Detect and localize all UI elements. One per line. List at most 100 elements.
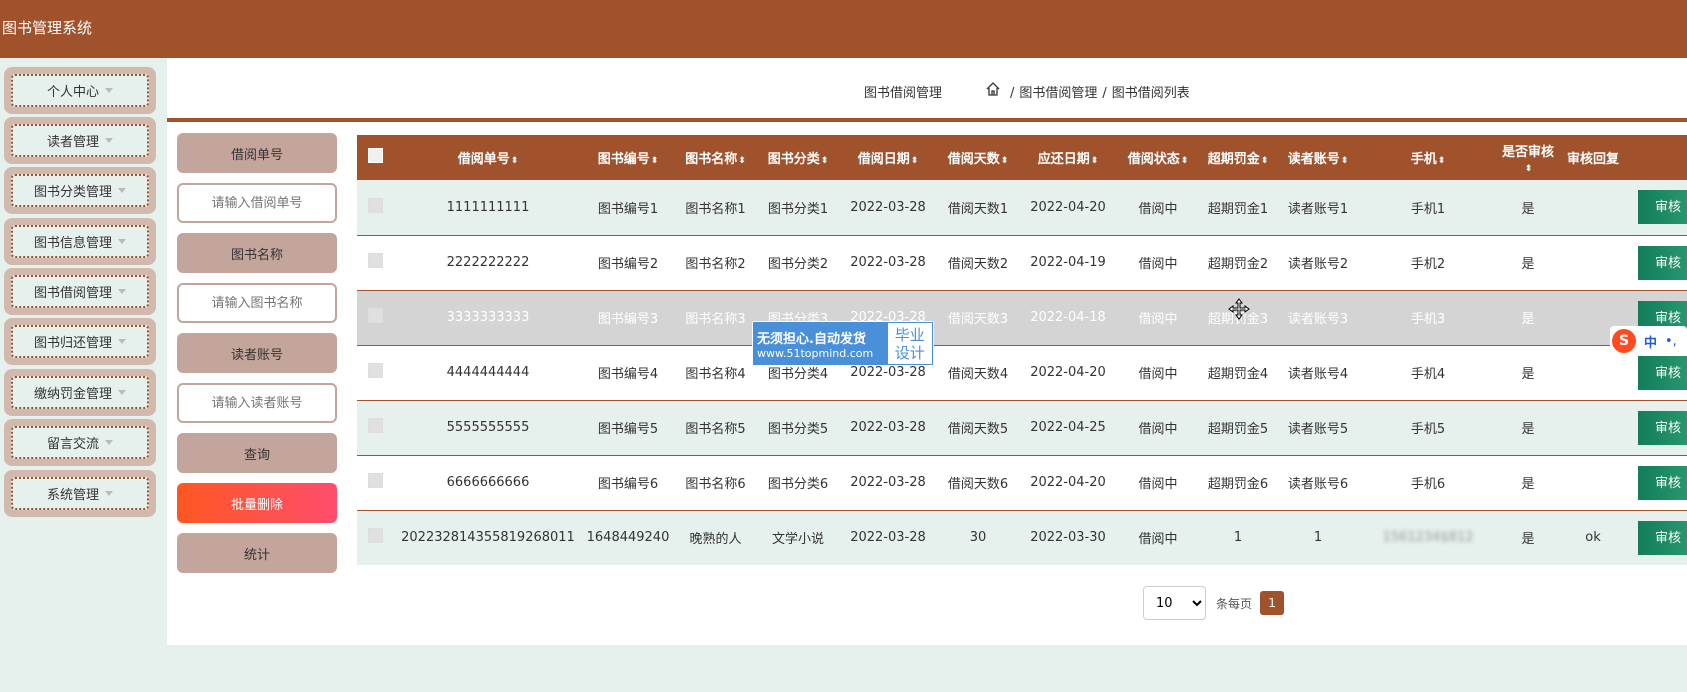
audit-button[interactable]: 审核 (1638, 245, 1687, 280)
sort-icon[interactable]: ⬍ (821, 156, 829, 166)
column-header[interactable]: 读者账号⬍ (1278, 135, 1358, 180)
column-header[interactable]: 手机⬍ (1358, 135, 1498, 180)
sidebar-item-return-management[interactable]: 图书归还管理 (4, 318, 156, 365)
table-cell: 图书分类6 (767, 477, 829, 492)
sort-icon[interactable]: ⬍ (911, 156, 919, 166)
table-cell: 2022-04-20 (1030, 365, 1106, 380)
ime-toolbar[interactable]: S 中 •, (1610, 326, 1687, 356)
sort-icon[interactable]: ⬍ (1261, 156, 1269, 166)
table-cell: 图书名称1 (685, 201, 746, 217)
chevron-down-icon (105, 440, 113, 445)
sidebar-item-reader-management[interactable]: 读者管理 (4, 117, 156, 164)
sort-icon[interactable]: ⬍ (1438, 156, 1446, 166)
sidebar-item-book-info-management[interactable]: 图书信息管理 (4, 218, 156, 265)
table-cell: 借阅中 (1138, 532, 1178, 547)
table-cell: 手机5 (1410, 422, 1446, 437)
move-cursor-icon (1228, 298, 1250, 320)
page-size-select[interactable]: 102050100 (1143, 586, 1206, 620)
sidebar-item-fine-management[interactable]: 缴纳罚金管理 (4, 369, 156, 416)
sort-icon[interactable]: ⬍ (738, 156, 746, 166)
column-header[interactable]: 借阅单号⬍ (393, 135, 583, 180)
header-divider (167, 118, 1687, 122)
stats-button[interactable]: 统计 (177, 533, 337, 573)
table-row[interactable]: 1111111111 图书编号1 图书名称1 图书分类1 2022-03-28 借阅天数1… (357, 180, 1687, 235)
sort-icon[interactable]: ⬍ (1341, 156, 1349, 166)
column-header-label: 借阅单号 (457, 152, 510, 167)
batch-delete-button[interactable]: 批量删除 (177, 483, 337, 523)
column-header[interactable]: 超期罚金⬍ (1198, 135, 1278, 180)
sort-icon[interactable]: ⬍ (651, 156, 659, 166)
column-header-label: 借阅日期 (857, 152, 910, 167)
table-row[interactable]: 2222222222 图书编号2 图书名称2 图书分类2 2022-03-28 借阅天数2… (357, 235, 1687, 290)
audit-button[interactable]: 审核 (1638, 465, 1687, 500)
select-all-cell (357, 135, 393, 180)
page-button-current[interactable]: 1 (1260, 591, 1285, 615)
table-cell: 借阅天数3 (947, 312, 1009, 327)
sidebar-item-messages[interactable]: 留言交流 (4, 419, 156, 466)
sidebar-item-category-management[interactable]: 图书分类管理 (4, 167, 156, 214)
column-header[interactable]: 借阅日期⬍ (838, 135, 938, 180)
sidebar-item-system-management[interactable]: 系统管理 (4, 470, 156, 517)
column-header-label: 图书编号 (597, 152, 650, 167)
audit-button[interactable]: 审核 (1638, 355, 1687, 390)
query-button[interactable]: 查询 (177, 433, 337, 473)
table-cell: 图书编号6 (597, 477, 659, 492)
table-row[interactable]: 6666666666 图书编号6 图书名称6 图书分类6 2022-03-28 借阅天数6… (357, 455, 1687, 510)
chevron-down-icon (118, 188, 126, 193)
table-cell: 借阅天数4 (947, 367, 1009, 382)
table-cell: 图书分类2 (767, 257, 829, 272)
row-checkbox[interactable] (367, 528, 383, 543)
home-icon[interactable] (985, 81, 1001, 97)
column-header[interactable]: 图书名称⬍ (673, 135, 758, 180)
table-row[interactable]: 3333333333 图书编号3 图书名称3 图书分类3 2022-03-28 借阅天数3… (357, 290, 1687, 345)
chevron-down-icon (118, 390, 126, 395)
table-cell: 图书编号3 (597, 312, 659, 327)
sort-icon[interactable]: ⬍ (1001, 156, 1009, 166)
row-checkbox[interactable] (367, 197, 383, 213)
borrow-no-label: 借阅单号 (177, 133, 337, 173)
audit-button[interactable]: 审核 (1638, 190, 1687, 225)
column-header[interactable]: 借阅天数⬍ (938, 135, 1018, 180)
column-header[interactable]: 借阅状态⬍ (1118, 135, 1198, 180)
reader-account-input[interactable] (177, 383, 337, 423)
table-cell (1558, 180, 1628, 235)
sort-icon[interactable]: ⬍ (1525, 164, 1533, 174)
column-header[interactable]: 图书分类⬍ (758, 135, 838, 180)
row-checkbox[interactable] (367, 473, 383, 488)
table-cell (1558, 455, 1628, 510)
row-checkbox[interactable] (367, 363, 383, 378)
book-name-input[interactable] (177, 283, 337, 323)
sort-icon[interactable]: ⬍ (511, 156, 519, 166)
ime-mode[interactable]: 中 (1644, 332, 1657, 351)
breadcrumb: / 图书借阅管理 / 图书借阅列表 (1005, 82, 1190, 101)
column-header[interactable]: 图书编号⬍ (583, 135, 673, 180)
sort-icon[interactable]: ⬍ (1091, 156, 1099, 166)
table-row[interactable]: 4444444444 图书编号4 图书名称4 图书分类4 2022-03-28 借阅天数4… (357, 345, 1687, 400)
table-cell: 4444444444 (446, 365, 530, 380)
actions-header (1628, 135, 1687, 180)
sort-icon[interactable]: ⬍ (1181, 156, 1189, 166)
row-checkbox[interactable] (367, 308, 383, 323)
ime-punct[interactable]: •, (1665, 334, 1677, 349)
table-cell: 2022-04-25 (1030, 420, 1106, 435)
table-row[interactable]: 20223281435581926801​1 1648449240 晚熟的人 文学小说… (357, 510, 1687, 565)
row-checkbox[interactable] (367, 418, 383, 433)
column-header-label: 超期罚金 (1207, 152, 1260, 167)
sidebar-item-label: 留言交流 (46, 437, 99, 452)
table-cell: 图书名称5 (685, 422, 746, 437)
audit-button[interactable]: 审核 (1638, 520, 1687, 555)
select-all-checkbox[interactable] (367, 148, 383, 163)
column-header-label: 图书分类 (767, 152, 820, 167)
breadcrumb-item[interactable]: 图书借阅管理 (1019, 86, 1097, 101)
table-cell: 1111111111 (446, 199, 530, 215)
audit-button[interactable]: 审核 (1638, 410, 1687, 445)
table-row[interactable]: 5555555555 图书编号5 图书名称5 图书分类5 2022-03-28 借阅天数5… (357, 400, 1687, 455)
column-header[interactable]: 应还日期⬍ (1018, 135, 1118, 180)
sidebar-item-borrow-management[interactable]: 图书借阅管理 (4, 268, 156, 315)
borrow-no-input[interactable] (177, 183, 337, 223)
row-checkbox[interactable] (367, 253, 383, 268)
sidebar-item-personal-center[interactable]: 个人中心 (4, 67, 156, 114)
table-cell: 手机6 (1410, 477, 1446, 492)
table-cell: 手机1 (1410, 201, 1446, 217)
column-header[interactable]: 是否审核 ⬍ (1498, 135, 1558, 180)
